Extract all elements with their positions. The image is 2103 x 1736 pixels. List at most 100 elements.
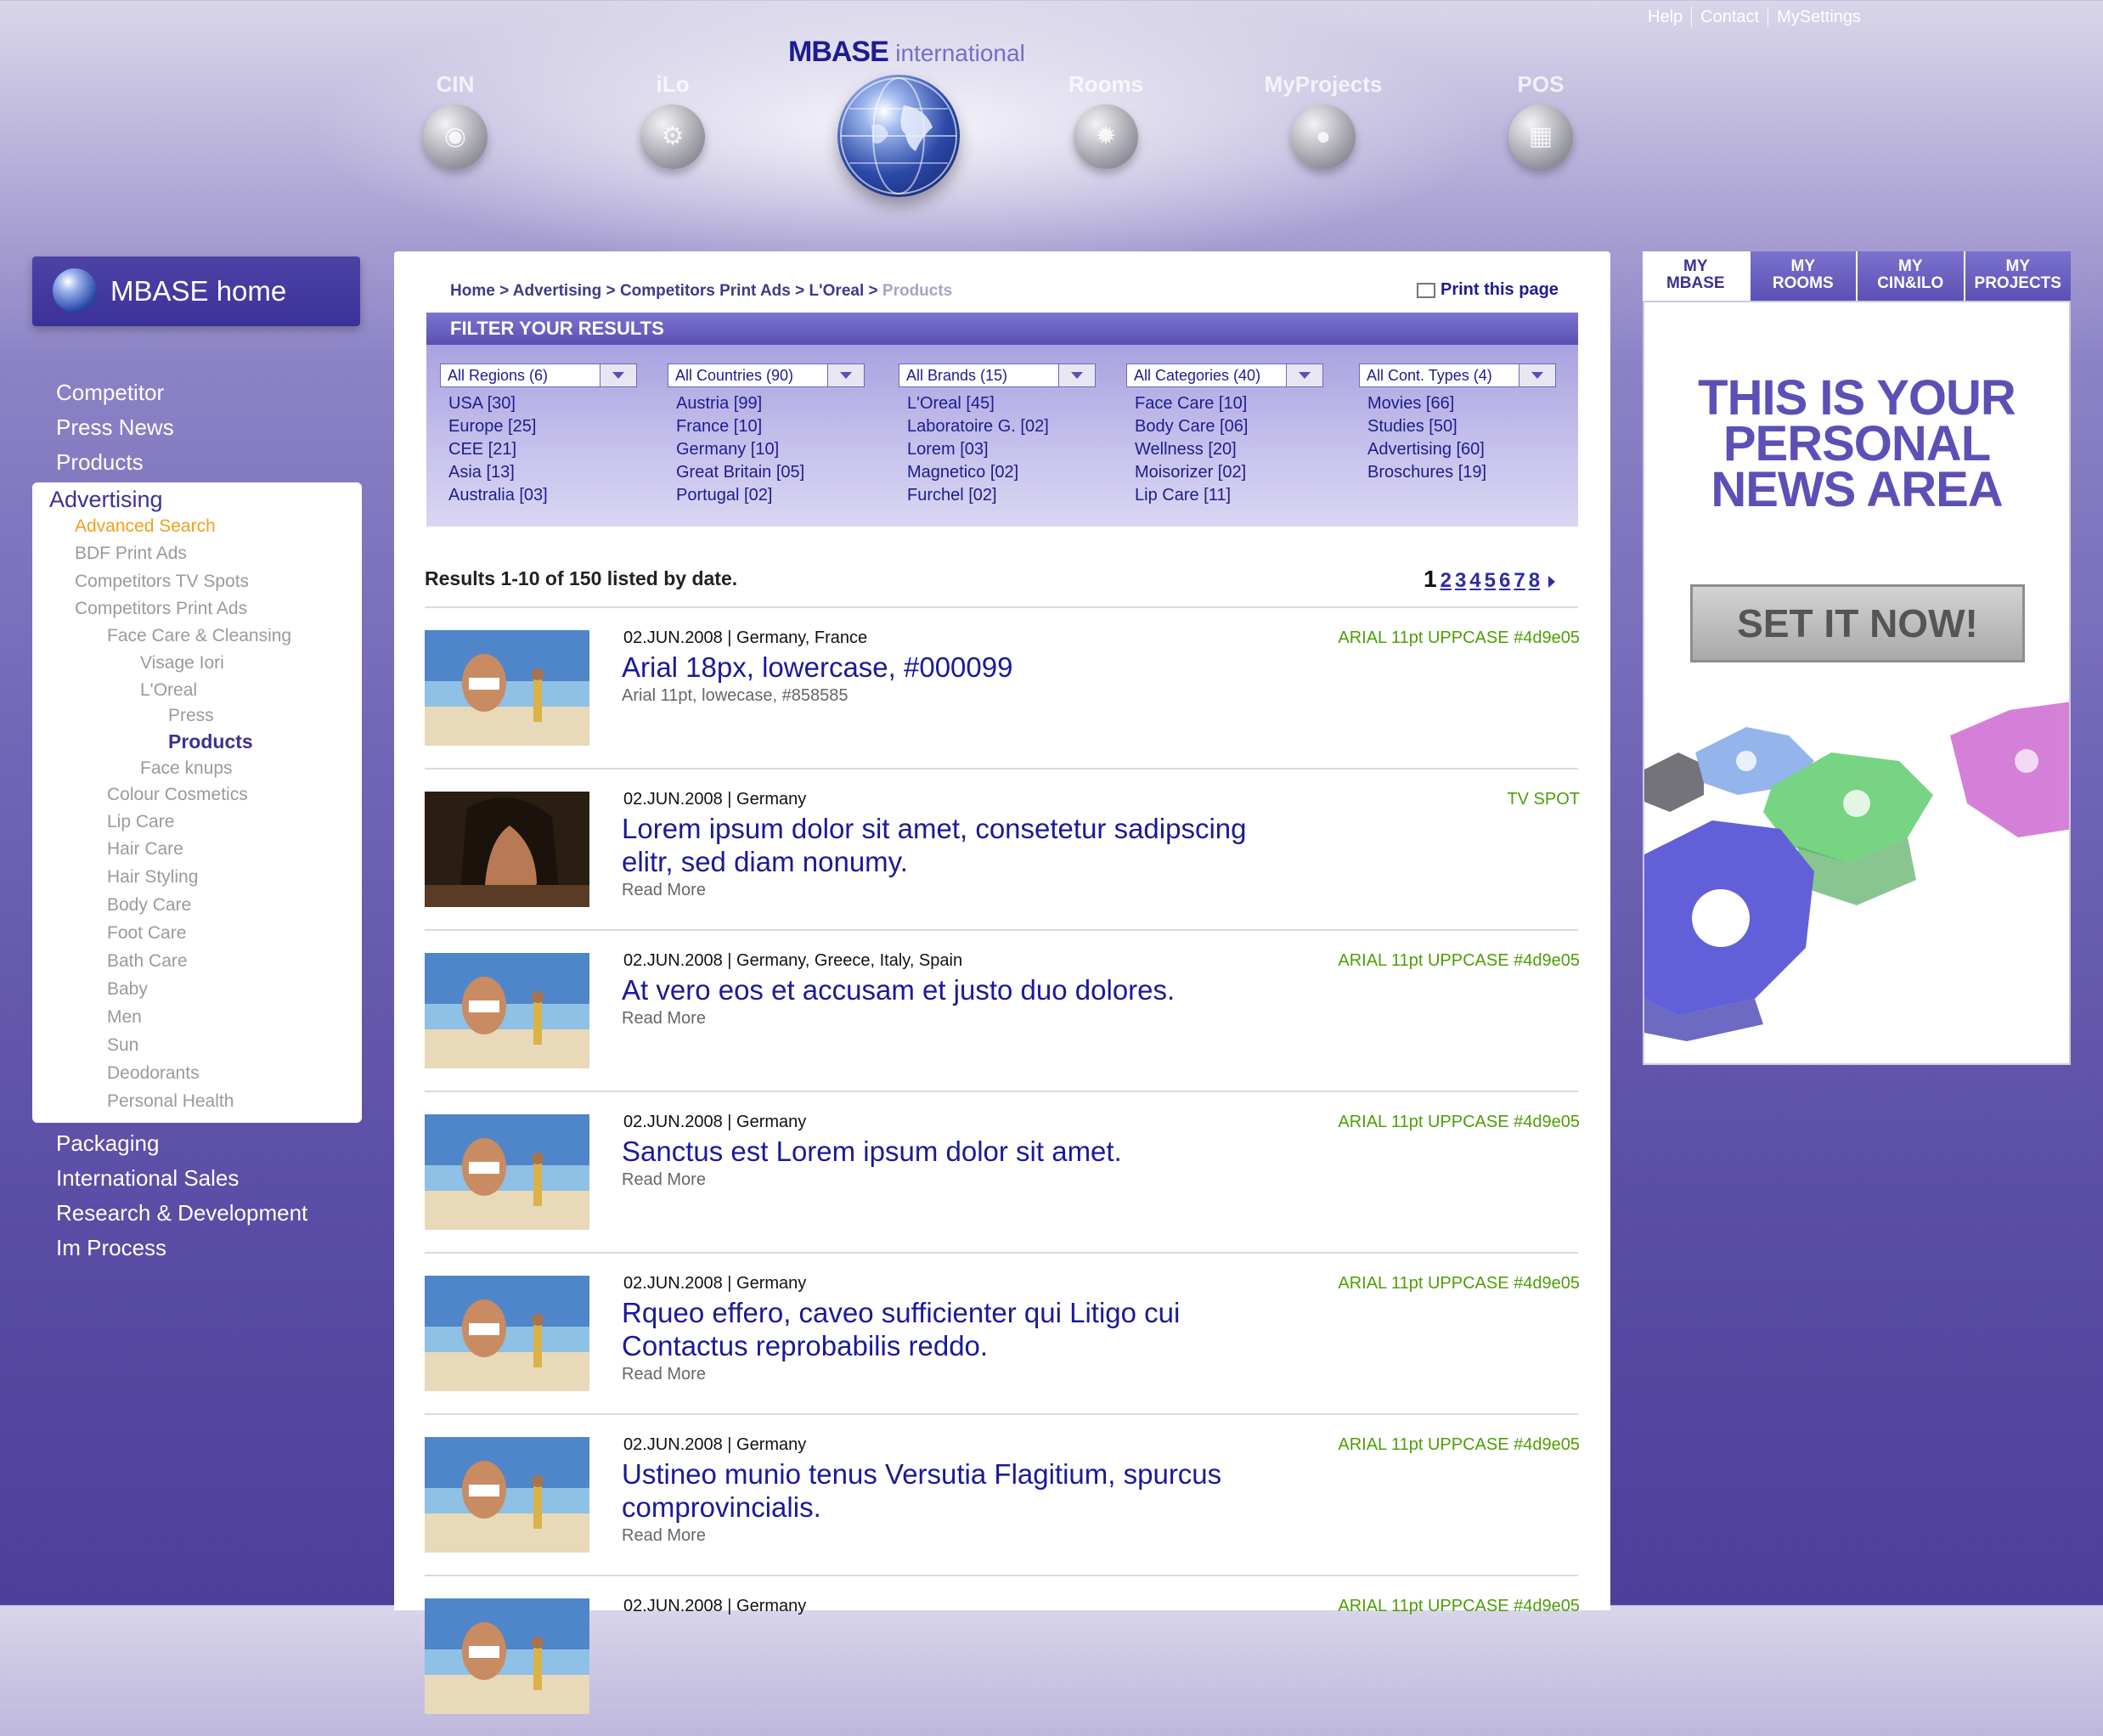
content-types-select[interactable]: All Cont. Types (4) — [1359, 364, 1556, 387]
breadcrumb-home[interactable]: Home — [450, 282, 495, 300]
sidebar-sub-men[interactable]: Men — [107, 1007, 142, 1028]
filter-option[interactable]: Moisorizer [02] — [1135, 461, 1323, 484]
sidebar-item-products[interactable]: Products — [56, 445, 174, 480]
sidebar-sub-press[interactable]: Press — [168, 706, 214, 726]
sidebar-sub-hair-care[interactable]: Hair Care — [107, 839, 183, 860]
result-thumbnail[interactable] — [425, 792, 589, 907]
help-link[interactable]: Help — [1639, 7, 1691, 27]
result-row[interactable]: 02.JUN.2008 | Germany Sanctus est Lorem i… — [425, 1092, 1580, 1252]
result-subtext[interactable]: Read More — [622, 1525, 1267, 1546]
filter-option[interactable]: Germany [10] — [676, 438, 865, 461]
nav-rooms[interactable]: Rooms ✹ — [1046, 71, 1165, 169]
sidebar-sub-loreal[interactable]: L'Oreal — [140, 680, 197, 701]
sidebar-sub-face-care-cleansing[interactable]: Face Care & Cleansing — [107, 626, 291, 646]
contact-link[interactable]: Contact — [1691, 7, 1768, 27]
mbase-logo[interactable]: MBASE international — [788, 36, 1025, 69]
result-title[interactable]: Sanctus est Lorem ipsum dolor sit amet. — [622, 1135, 1267, 1168]
sidebar-sub-sun[interactable]: Sun — [107, 1035, 138, 1056]
filter-option[interactable]: Studies [50] — [1367, 415, 1556, 438]
sidebar-item-competitor[interactable]: Competitor — [56, 375, 174, 410]
tab-my-mbase[interactable]: MY MBASE — [1643, 251, 1749, 301]
sidebar-sub-bdf-print-ads[interactable]: BDF Print Ads — [75, 544, 187, 564]
sidebar-sub-advanced-search[interactable]: Advanced Search — [75, 516, 216, 537]
filter-option[interactable]: Body Care [06] — [1135, 415, 1323, 438]
sidebar-sub-products[interactable]: Products — [168, 730, 253, 753]
result-title[interactable]: Ustineo munio tenus Versutia Flagitium, … — [622, 1457, 1267, 1524]
sidebar-sub-hair-styling[interactable]: Hair Styling — [107, 867, 198, 888]
sidebar-sub-foot-care[interactable]: Foot Care — [107, 923, 186, 944]
filter-option[interactable]: Austria [99] — [676, 392, 865, 415]
result-row[interactable]: 02.JUN.2008 | Germany, Greece, Italy, Sp… — [425, 931, 1580, 1091]
sidebar-item-press-news[interactable]: Press News — [56, 410, 174, 445]
mysettings-link[interactable]: MySettings — [1768, 7, 1869, 27]
result-thumbnail[interactable] — [425, 630, 589, 746]
breadcrumb-advertising[interactable]: Advertising — [513, 282, 602, 300]
page-4[interactable]: 4 — [1469, 569, 1480, 592]
sidebar-sub-colour-cosmetics[interactable]: Colour Cosmetics — [107, 785, 248, 805]
filter-option[interactable]: Lip Care [11] — [1135, 484, 1323, 507]
print-page-link[interactable]: Print this page — [1417, 280, 1559, 300]
sidebar-sub-deodorants[interactable]: Deodorants — [107, 1063, 200, 1084]
page-8[interactable]: 8 — [1529, 569, 1540, 592]
sidebar-sub-lip-care[interactable]: Lip Care — [107, 812, 174, 832]
result-row[interactable]: 02.JUN.2008 | Germany Rqueo effero, caveo… — [425, 1254, 1580, 1413]
filter-option[interactable]: Portugal [02] — [676, 484, 865, 507]
breadcrumb-competitors-print-ads[interactable]: Competitors Print Ads — [620, 282, 791, 300]
next-page-icon[interactable] — [1548, 575, 1556, 588]
page-6[interactable]: 6 — [1499, 569, 1510, 592]
sidebar-sub-body-care[interactable]: Body Care — [107, 895, 191, 916]
result-thumbnail[interactable] — [425, 1114, 589, 1230]
result-subtext[interactable]: Read More — [622, 1170, 1267, 1190]
filter-option[interactable]: L'Oreal [45] — [907, 392, 1096, 415]
sidebar-item-advertising[interactable]: Advertising — [49, 487, 163, 513]
tab-my-rooms[interactable]: MY ROOMS — [1748, 251, 1856, 301]
sidebar-sub-bath-care[interactable]: Bath Care — [107, 951, 188, 972]
sidebar-item-packaging[interactable]: Packaging — [56, 1126, 307, 1161]
globe-icon[interactable] — [837, 75, 960, 197]
tab-my-cinilo[interactable]: MY CIN&ILO — [1856, 251, 1964, 301]
result-title[interactable]: At vero eos et accusam et justo duo dolo… — [622, 973, 1267, 1006]
countries-select[interactable]: All Countries (90) — [668, 364, 865, 387]
result-thumbnail[interactable] — [425, 1276, 589, 1391]
sidebar-sub-face-knups[interactable]: Face knups — [140, 758, 233, 779]
page-7[interactable]: 7 — [1514, 569, 1525, 592]
result-row[interactable]: 02.JUN.2008 | Germany Lorem ipsum dolor s… — [425, 769, 1580, 929]
sidebar-sub-competitors-print-ads[interactable]: Competitors Print Ads — [75, 599, 247, 619]
nav-myprojects[interactable]: MyProjects ● — [1264, 71, 1383, 169]
result-title[interactable]: Arial 18px, lowercase, #000099 — [622, 651, 1267, 684]
filter-option[interactable]: Europe [25] — [448, 415, 637, 438]
set-it-now-button[interactable]: SET IT NOW! — [1690, 584, 2025, 662]
result-thumbnail[interactable] — [425, 953, 589, 1068]
result-thumbnail[interactable] — [425, 1598, 589, 1714]
filter-option[interactable]: Magnetico [02] — [907, 461, 1096, 484]
result-title[interactable]: Lorem ipsum dolor sit amet, consetetur s… — [622, 812, 1267, 878]
sidebar-sub-visage-iori[interactable]: Visage Iori — [140, 653, 224, 674]
filter-option[interactable]: Advertising [60] — [1367, 438, 1556, 461]
result-subtext[interactable]: Read More — [622, 880, 1267, 900]
filter-option[interactable]: Laboratoire G. [02] — [907, 415, 1096, 438]
page-3[interactable]: 3 — [1455, 569, 1466, 592]
categories-select[interactable]: All Categories (40) — [1126, 364, 1323, 387]
filter-option[interactable]: France [10] — [676, 415, 865, 438]
brands-select[interactable]: All Brands (15) — [899, 364, 1096, 387]
result-row[interactable]: 02.JUN.2008 | Germany Ustineo munio tenus… — [425, 1415, 1580, 1575]
page-1[interactable]: 1 — [1424, 566, 1437, 592]
filter-option[interactable]: Wellness [20] — [1135, 438, 1323, 461]
sidebar-sub-baby[interactable]: Baby — [107, 979, 148, 1000]
result-row[interactable]: 02.JUN.2008 | Germany ARIAL 11pt UPPCASE … — [425, 1576, 1580, 1736]
sidebar-item-im-process[interactable]: Im Process — [56, 1231, 307, 1265]
nav-pos[interactable]: POS ▦ — [1481, 71, 1600, 169]
filter-option[interactable]: Australia [03] — [448, 484, 637, 507]
regions-select[interactable]: All Regions (6) — [440, 364, 637, 387]
filter-option[interactable]: Furchel [02] — [907, 484, 1096, 507]
breadcrumb-loreal[interactable]: L'Oreal — [809, 282, 865, 300]
result-subtext[interactable]: Read More — [622, 1008, 1267, 1029]
filter-option[interactable]: Great Britain [05] — [676, 461, 865, 484]
result-thumbnail[interactable] — [425, 1437, 589, 1553]
tab-my-projects[interactable]: MY PROJECTS — [1963, 251, 2071, 301]
page-5[interactable]: 5 — [1485, 569, 1496, 592]
nav-cin[interactable]: CIN ◉ — [396, 71, 515, 169]
filter-option[interactable]: Lorem [03] — [907, 438, 1096, 461]
mbase-home-button[interactable]: MBASE home — [32, 256, 360, 326]
sidebar-sub-personal-health[interactable]: Personal Health — [107, 1091, 234, 1112]
